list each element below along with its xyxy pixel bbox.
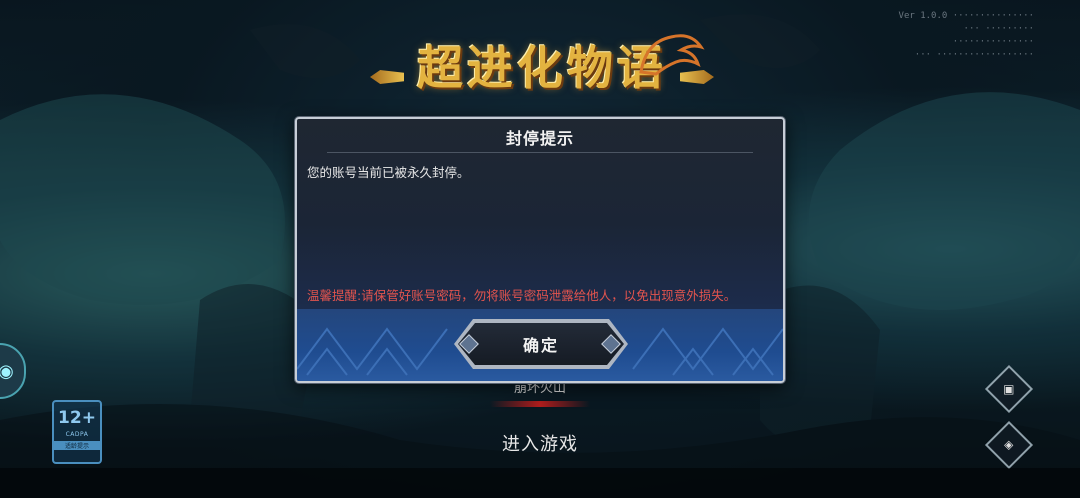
confirm-button[interactable]: 确定 — [458, 323, 624, 365]
dialog-title: 封停提示 — [505, 129, 574, 148]
ban-notice-dialog: 封停提示 您的账号当前已被永久封停。 温馨提醒:请保管好账号密码，勿将账号密码泄… — [295, 117, 785, 383]
age-rating-note: 适龄提示 — [54, 441, 100, 450]
title-divider — [327, 152, 753, 153]
version-info: Ver 1.0.0 ··············· ··· ········· … — [899, 10, 1034, 62]
notice-icon[interactable]: ▣ — [984, 364, 1034, 414]
version-line: ··· ·················· — [914, 50, 1034, 60]
enter-game-button[interactable]: 进入游戏 — [480, 430, 600, 458]
game-logo: 超进化物语 — [370, 22, 712, 108]
dragon-icon — [639, 34, 705, 76]
version-line: ··············· — [952, 37, 1034, 47]
assistant-icon: ◉ — [0, 360, 14, 382]
age-rating-label: 12+ — [58, 408, 96, 428]
logo-title: 超进化物语 — [417, 41, 667, 95]
version-line: ··· ········· — [963, 24, 1034, 34]
dialog-message: 您的账号当前已被永久封停。 — [307, 165, 470, 180]
footer-legal — [0, 468, 1080, 498]
age-rating-badge: 12+ CADPA 适龄提示 — [52, 400, 102, 464]
logo-ornament-left — [370, 70, 404, 84]
server-underline — [490, 401, 590, 407]
dialog-warning: 温馨提醒:请保管好账号密码，勿将账号密码泄露给他人，以免出现意外损失。 — [307, 288, 737, 303]
confirm-button-label: 确定 — [522, 336, 559, 355]
age-rating-sub: CADPA — [65, 431, 89, 438]
settings-icon[interactable]: ◈ — [984, 420, 1034, 470]
version-line: Ver 1.0.0 ··············· — [898, 11, 1034, 21]
